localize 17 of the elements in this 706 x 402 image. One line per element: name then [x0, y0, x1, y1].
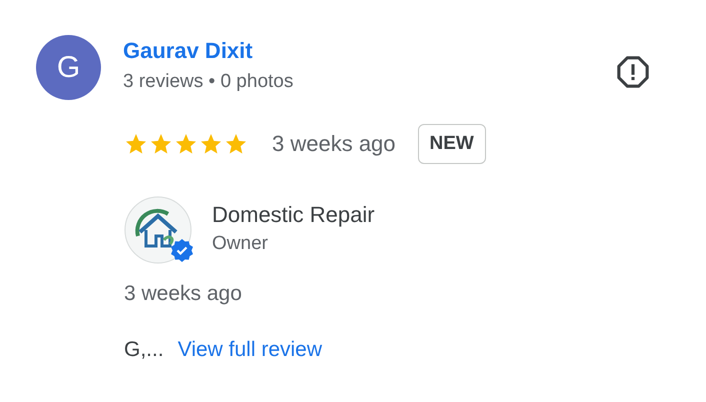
star-icon: [174, 132, 198, 156]
owner-name: Domestic Repair: [212, 202, 375, 228]
star-icon: [224, 132, 248, 156]
house-logo-icon: [124, 196, 192, 264]
new-badge: NEW: [418, 124, 486, 164]
star-icon: [124, 132, 148, 156]
view-full-review-link[interactable]: View full review: [178, 338, 322, 362]
star-icon: [149, 132, 173, 156]
review-time: 3 weeks ago: [272, 131, 396, 157]
owner-role: Owner: [212, 232, 269, 256]
reply-time: 3 weeks ago: [124, 282, 243, 306]
review-excerpt: G,...: [124, 338, 164, 362]
report-icon[interactable]: [616, 55, 650, 89]
reviewer-name[interactable]: Gaurav Dixit: [123, 38, 294, 64]
avatar[interactable]: G: [36, 35, 101, 100]
reviewer-stats: 3 reviews • 0 photos: [123, 70, 294, 94]
star-icon: [199, 132, 223, 156]
